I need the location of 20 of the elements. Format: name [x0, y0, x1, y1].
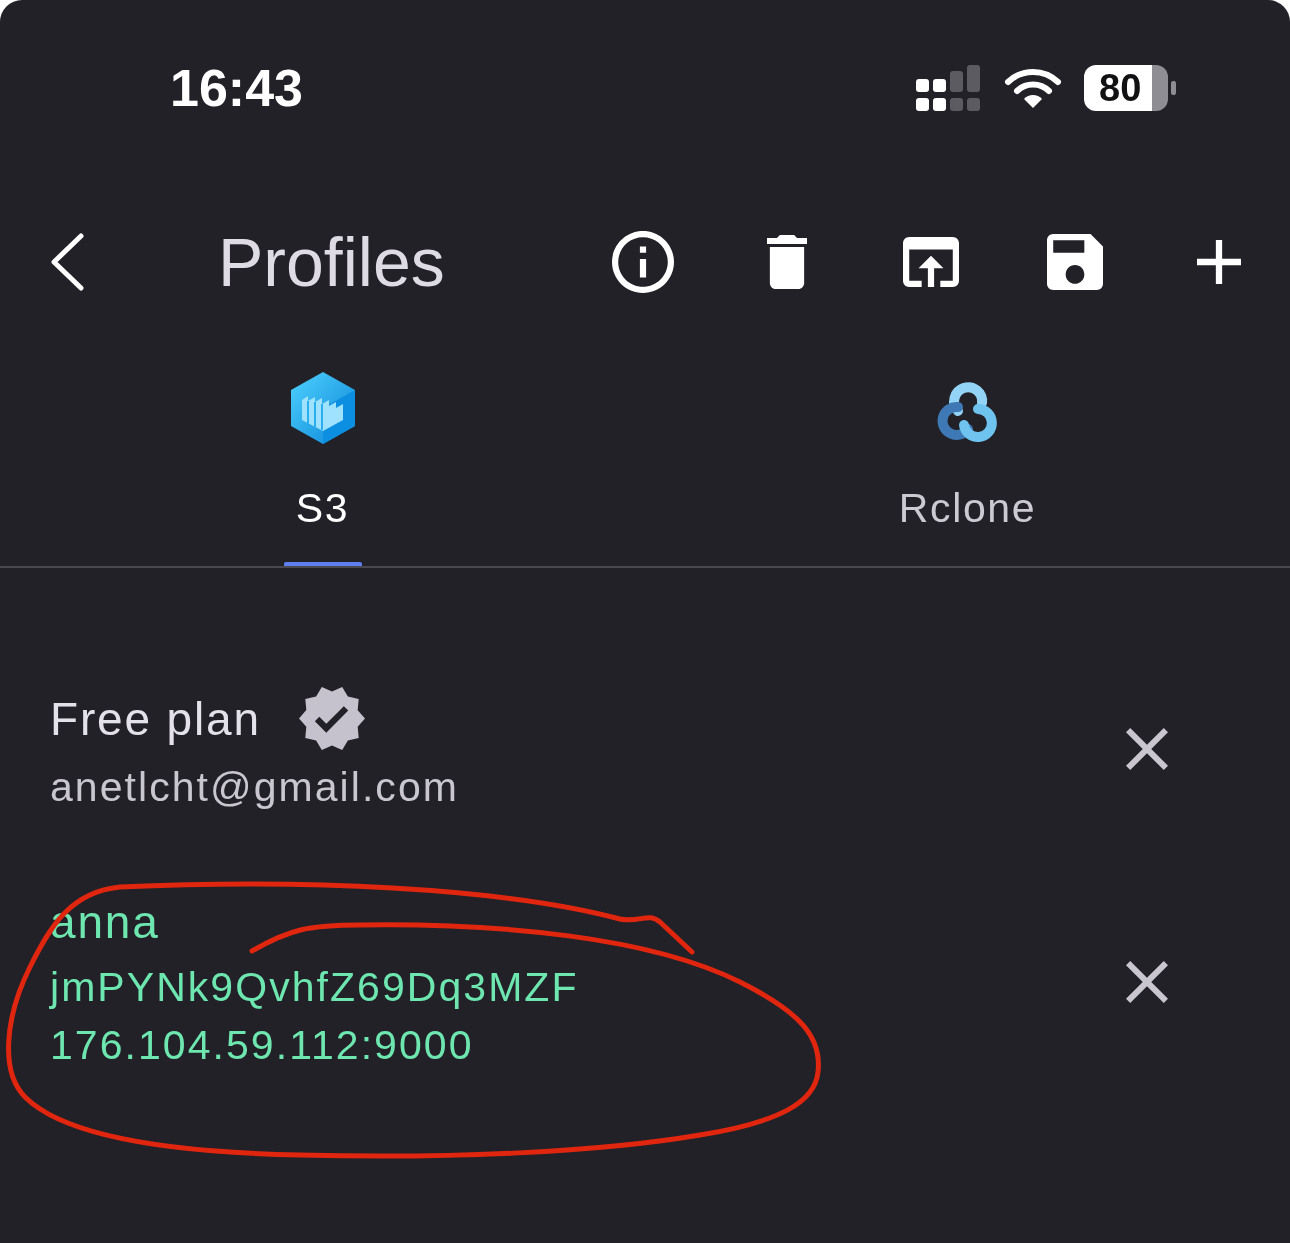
- battery-icon: [1084, 65, 1176, 111]
- status-time: 16:43: [170, 62, 303, 114]
- profile-detail: 176.104.59.112:9000: [50, 1021, 475, 1069]
- profile-detail: jmPYNk9QvhfZ69Dq3MZF: [50, 963, 579, 1011]
- tab[interactable]: S3: [0, 317, 645, 566]
- wifi-icon: [1004, 67, 1062, 109]
- profile-name: Free plan: [50, 691, 261, 747]
- plus-icon: [1197, 240, 1241, 284]
- page-title: Profiles: [218, 228, 445, 296]
- battery-percentage: 80: [1099, 69, 1142, 107]
- tab[interactable]: Rclone: [645, 317, 1290, 566]
- profile-name: anna: [50, 895, 160, 950]
- info-icon: [612, 231, 674, 293]
- close-icon: [1126, 960, 1168, 1003]
- window-arrow-up-icon: [903, 237, 959, 287]
- profile-detail: anetlcht@gmail.com: [50, 763, 459, 811]
- trash-icon: [767, 235, 807, 289]
- cube-icon: [288, 370, 357, 446]
- close-icon: [1126, 728, 1168, 770]
- signal-icon: [916, 65, 980, 111]
